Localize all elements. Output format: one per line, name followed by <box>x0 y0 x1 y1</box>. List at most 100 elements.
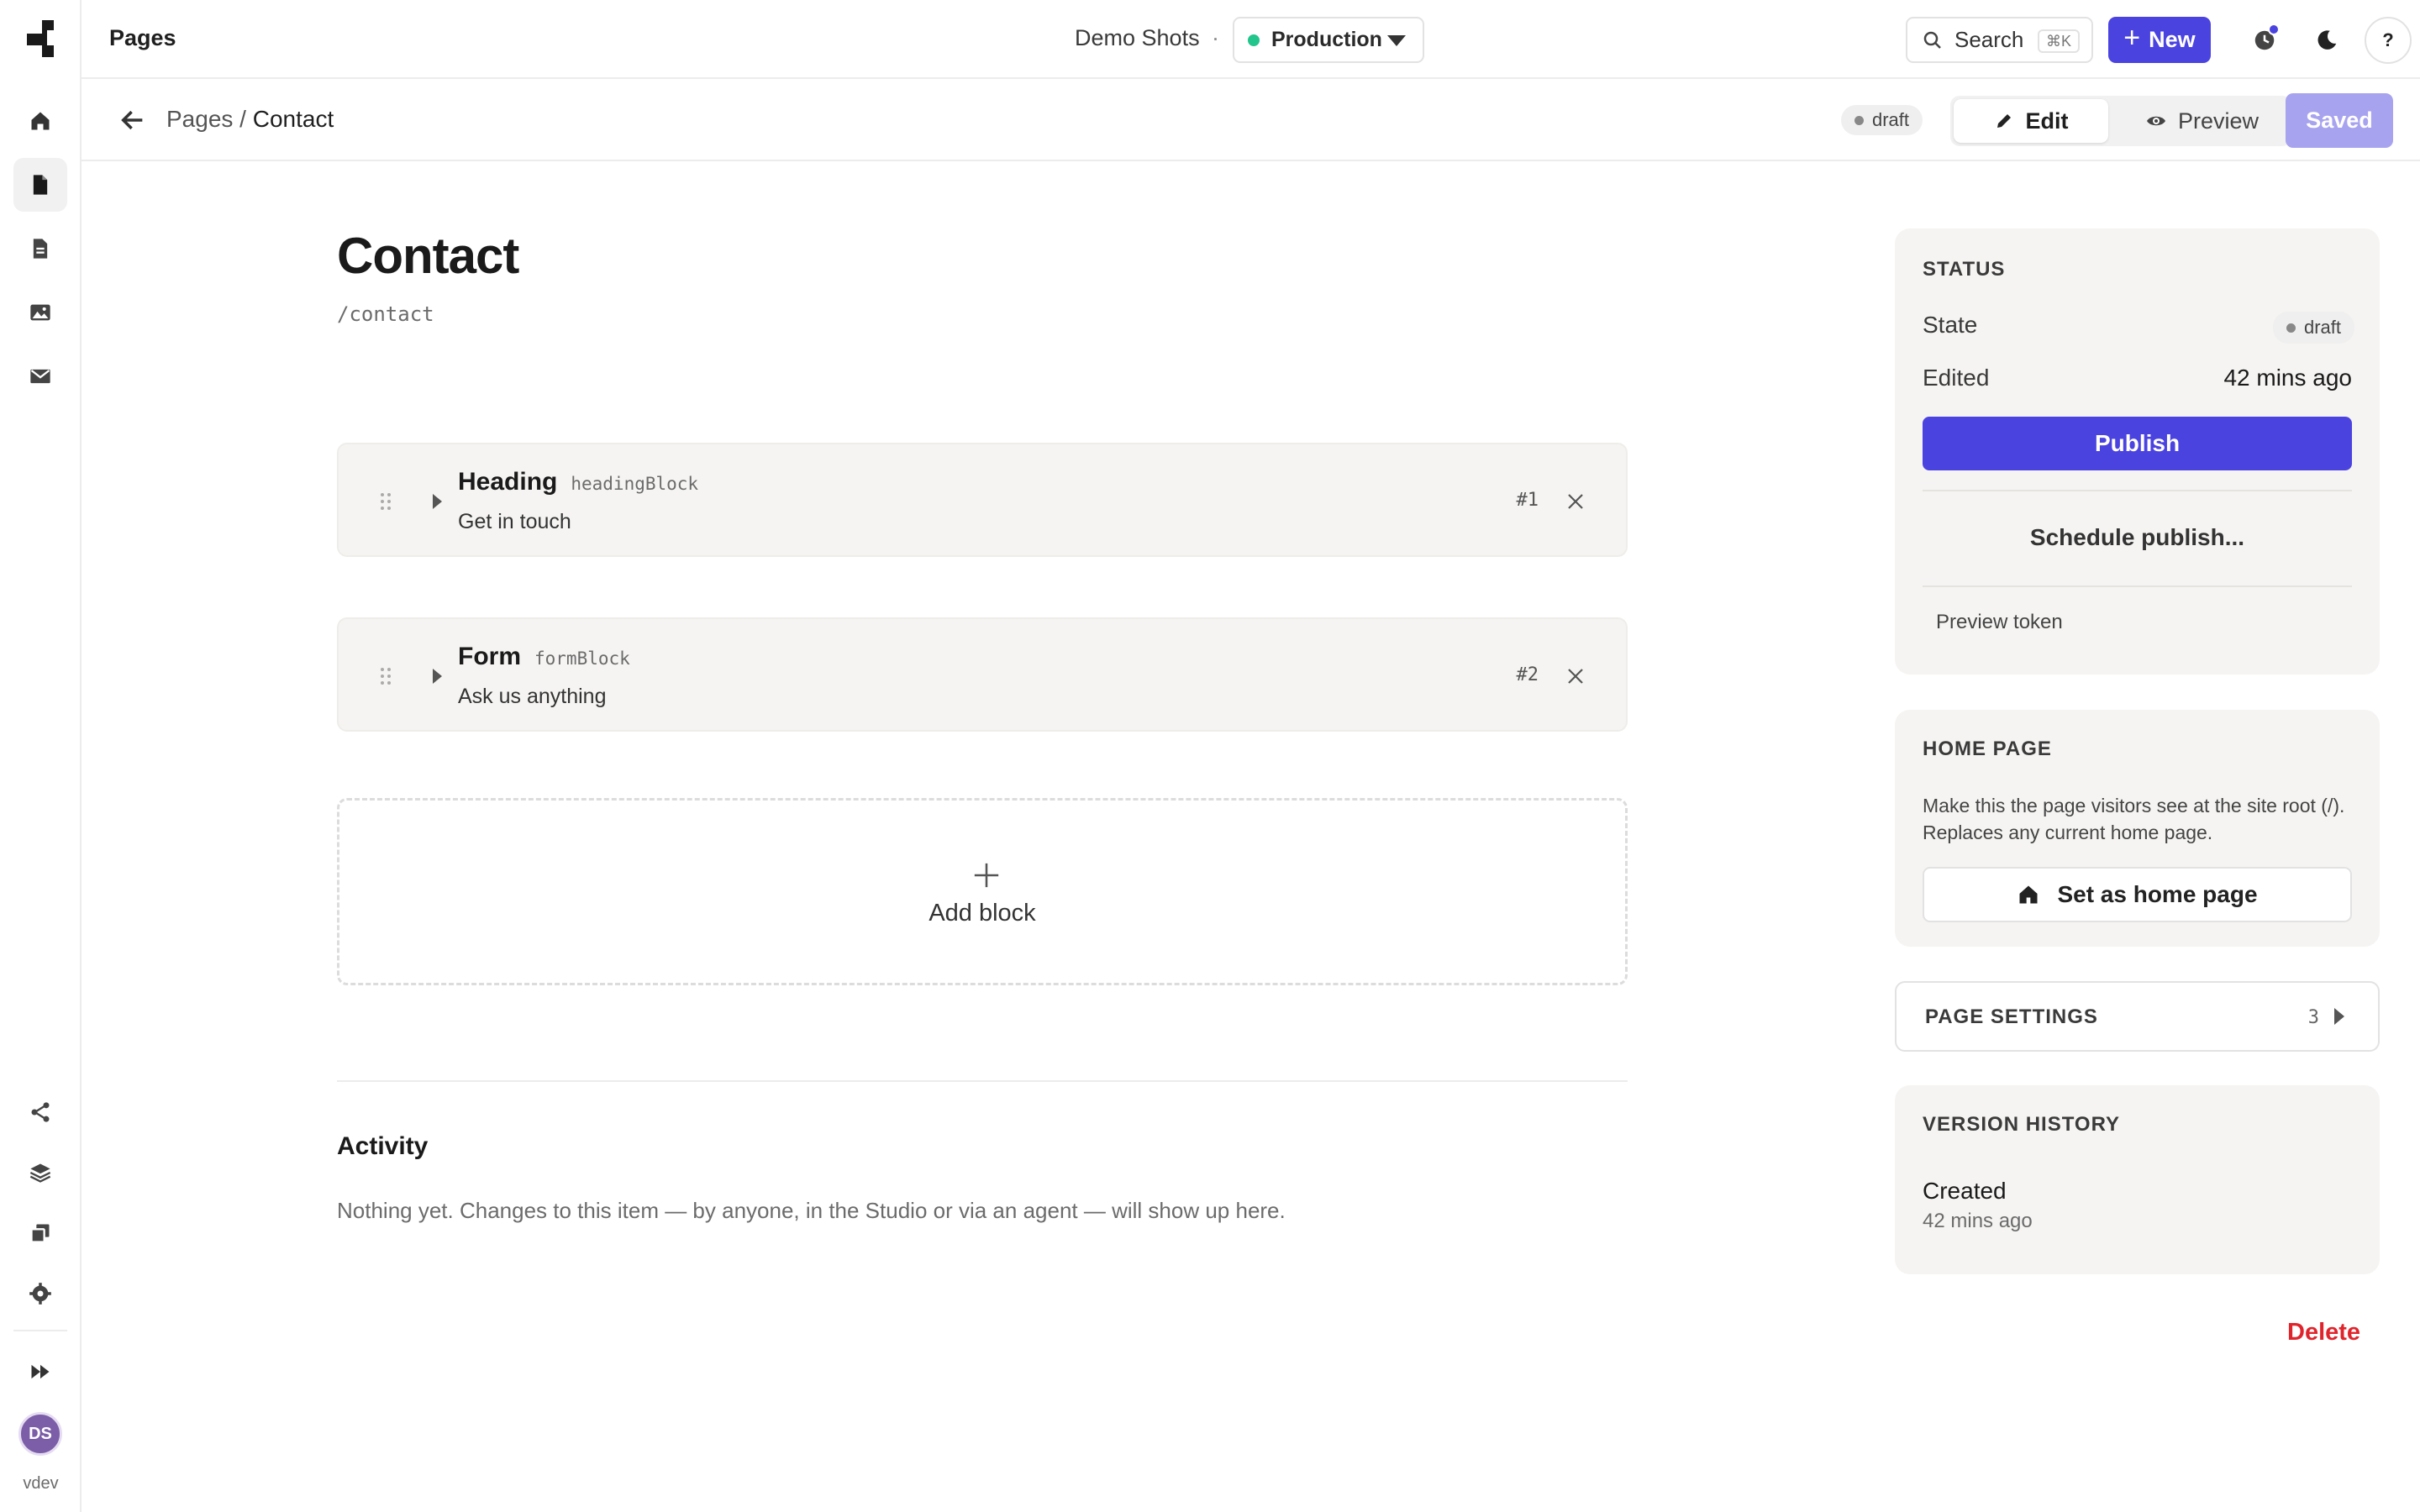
nav-mail[interactable] <box>13 349 67 403</box>
status-panel-title: STATUS <box>1923 258 2006 281</box>
search-label: Search <box>1954 27 2024 52</box>
nav-documents[interactable] <box>13 222 67 276</box>
block-name: Form <box>458 643 521 670</box>
drag-handle-icon[interactable] <box>379 666 392 686</box>
plus-icon <box>974 863 999 888</box>
page-slug[interactable]: /contact <box>337 302 434 326</box>
pencil-icon <box>1996 114 2011 128</box>
expand-caret-icon[interactable] <box>433 669 442 684</box>
schedule-publish-button[interactable]: Schedule publish... <box>1923 524 2352 551</box>
settings-icon <box>29 1283 51 1305</box>
delete-button[interactable]: Delete <box>2287 1319 2360 1347</box>
block-name: Heading <box>458 468 558 496</box>
add-block-label: Add block <box>929 900 1036 927</box>
new-button[interactable]: + New <box>2108 17 2211 63</box>
nav-layers[interactable] <box>13 1146 67 1200</box>
set-home-page-button[interactable]: Set as home page <box>1923 867 2352 922</box>
saved-button[interactable]: Saved <box>2286 93 2393 148</box>
search-button[interactable]: Search ⌘K <box>1906 17 2093 63</box>
home-icon <box>2019 885 2038 904</box>
home-page-title: HOME PAGE <box>1923 738 2052 760</box>
nav-settings[interactable] <box>13 1267 67 1320</box>
environment-status-dot <box>1248 34 1260 46</box>
state-value: draft <box>2303 317 2341 338</box>
edited-value: 42 mins ago <box>2223 365 2352 391</box>
project-separator: · <box>1212 25 1219 50</box>
activity-title: Activity <box>337 1132 429 1160</box>
edited-label: Edited <box>1923 365 1990 391</box>
left-rail: DS vdev <box>0 0 82 1512</box>
publish-button[interactable]: Publish <box>1923 417 2352 470</box>
edit-label: Edit <box>2025 108 2069 134</box>
top-bar: Pages Demo Shots · Production Search ⌘K … <box>82 0 2420 79</box>
mail-icon <box>30 369 50 384</box>
search-shortcut: ⌘K <box>2037 29 2080 53</box>
avatar[interactable]: DS <box>18 1412 62 1456</box>
rail-divider <box>13 1330 67 1331</box>
close-icon[interactable] <box>1565 491 1586 512</box>
version-entry-label[interactable]: Created <box>1923 1178 2007 1205</box>
home-icon <box>31 112 50 130</box>
plus-icon: + <box>2123 22 2141 54</box>
notifications-button[interactable] <box>2241 17 2288 64</box>
project-name[interactable]: Demo Shots <box>1075 25 1200 51</box>
content-block[interactable]: Form formBlock Ask us anything #2 <box>337 617 1628 732</box>
section-title: Pages <box>109 25 176 50</box>
app-logo-icon[interactable] <box>25 18 55 59</box>
layers-icon <box>29 1163 51 1183</box>
breadcrumb-root[interactable]: Pages <box>166 106 233 132</box>
edit-tab[interactable]: Edit <box>1954 99 2108 143</box>
mode-toggle: Edit Preview <box>1950 96 2291 146</box>
page-settings-toggle[interactable]: PAGE SETTINGS 3 <box>1895 981 2380 1052</box>
arrow-left-icon[interactable] <box>118 106 147 134</box>
eye-icon <box>2146 116 2165 126</box>
home-page-description: Make this the page visitors see at the s… <box>1923 795 2345 843</box>
set-home-page-label: Set as home page <box>2057 881 2258 907</box>
nav-home[interactable] <box>13 94 67 148</box>
preview-label: Preview <box>2177 108 2260 134</box>
state-dot <box>2286 323 2296 333</box>
help-button[interactable]: ? <box>2365 17 2412 64</box>
chevron-right-icon <box>2334 1008 2344 1025</box>
block-title: Heading headingBlock <box>458 468 698 496</box>
pages-icon <box>33 175 48 195</box>
nav-share[interactable] <box>13 1085 67 1139</box>
image-icon <box>30 304 50 321</box>
search-icon <box>1923 31 1941 49</box>
block-number: #2 <box>1516 664 1539 685</box>
section-divider <box>337 1080 1628 1082</box>
page-settings-count: 3 <box>2307 1007 2319 1028</box>
copy-icon <box>30 1224 50 1243</box>
nav-expand[interactable] <box>13 1345 67 1399</box>
nav-copy[interactable] <box>13 1206 67 1260</box>
version-history-panel: VERSION HISTORY Created 42 mins ago <box>1895 1085 2380 1274</box>
status-divider <box>1923 490 2352 491</box>
preview-token-link[interactable]: Preview token <box>1936 611 2063 634</box>
fast-forward-icon <box>31 1364 50 1379</box>
home-page-panel: HOME PAGE Make this the page visitors se… <box>1895 710 2380 947</box>
sub-header: Pages / Contact draft Edit Preview Saved <box>82 79 2420 161</box>
block-description: Get in touch <box>458 510 571 533</box>
expand-caret-icon[interactable] <box>433 494 442 509</box>
status-panel: STATUS State draft Edited 42 mins ago Pu… <box>1895 228 2380 675</box>
page-settings-title: PAGE SETTINGS <box>1925 1005 2098 1028</box>
chevron-down-icon <box>1387 35 1406 46</box>
add-block-button[interactable]: Add block <box>337 798 1628 985</box>
state-label: State <box>1923 312 1978 338</box>
page-title[interactable]: Contact <box>337 227 519 285</box>
nav-media[interactable] <box>13 286 67 339</box>
status-divider <box>1923 585 2352 587</box>
breadcrumb: Pages / Contact <box>166 106 334 133</box>
content-block[interactable]: Heading headingBlock Get in touch #1 <box>337 443 1628 557</box>
block-number: #1 <box>1516 490 1539 511</box>
theme-toggle[interactable] <box>2303 17 2350 64</box>
close-icon[interactable] <box>1565 666 1586 686</box>
preview-tab[interactable]: Preview <box>2118 99 2286 143</box>
breadcrumb-current: Contact <box>252 106 334 132</box>
status-badge: draft <box>1841 105 1923 135</box>
nav-pages[interactable] <box>13 158 67 212</box>
drag-handle-icon[interactable] <box>379 491 392 512</box>
environment-select[interactable]: Production <box>1233 17 1424 63</box>
version-entry-time: 42 mins ago <box>1923 1210 2033 1232</box>
activity-empty-text: Nothing yet. Changes to this item — by a… <box>337 1198 1286 1223</box>
